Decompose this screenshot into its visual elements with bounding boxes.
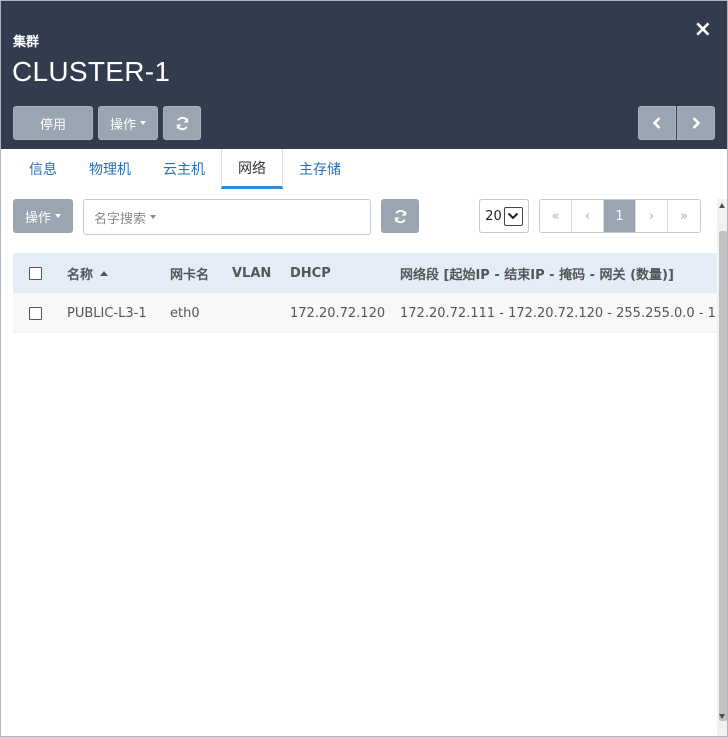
detail-header: 集群 CLUSTER-1 × 停用 操作 (1, 1, 727, 149)
network-actions-label: 操作 (24, 210, 51, 226)
detail-tabs: 信息 物理机 云主机 网络 主存储 (13, 149, 357, 189)
tab-info[interactable]: 信息 (13, 149, 73, 189)
scrollbar-thumb[interactable] (719, 231, 727, 721)
search-placeholder: 名字搜索 (94, 211, 147, 227)
resource-type-label: 集群 (13, 35, 40, 50)
previous-page-button[interactable]: ‹ (572, 200, 604, 232)
column-header-dhcp: DHCP (290, 265, 331, 281)
row-checkbox[interactable] (29, 306, 42, 320)
tab-vm-instances[interactable]: 云主机 (147, 149, 221, 189)
search-input[interactable]: 名字搜索 (83, 199, 371, 235)
column-header-nic: 网卡名 (170, 267, 210, 283)
first-page-button[interactable]: « (540, 200, 572, 232)
network-refresh-button[interactable] (381, 199, 419, 233)
scroll-down-arrow-icon[interactable] (719, 714, 725, 719)
column-name-label: 名称 (67, 267, 94, 283)
table-header: 名称 网卡名 VLAN DHCP 网络段 [起始IP - 结束IP - 掩码 -… (13, 253, 718, 293)
select-chevron-down-icon (503, 206, 523, 226)
network-name-link[interactable]: PUBLIC-L3-1 (67, 293, 147, 333)
close-icon[interactable]: × (694, 19, 712, 41)
current-page-button[interactable]: 1 (604, 200, 636, 232)
cluster-detail-panel: 集群 CLUSTER-1 × 停用 操作 信息 物理机 云主机 网络 主存储 操… (0, 0, 728, 737)
chevron-right-icon (692, 117, 701, 129)
column-header-vlan: VLAN (232, 265, 272, 281)
select-all-cell (29, 253, 42, 293)
ip-range-cell: 172.20.72.111 - 172.20.72.120 - 255.255.… (400, 305, 727, 321)
caret-down-icon (140, 121, 146, 125)
refresh-icon (394, 209, 406, 223)
previous-item-button[interactable] (638, 106, 676, 140)
refresh-button[interactable] (163, 106, 201, 140)
select-all-checkbox[interactable] (29, 266, 42, 280)
sort-asc-icon (100, 270, 109, 276)
next-page-button[interactable]: › (636, 200, 668, 232)
actions-dropdown-button[interactable]: 操作 (98, 106, 158, 140)
vertical-scrollbar[interactable] (717, 199, 727, 736)
tab-network[interactable]: 网络 (221, 149, 283, 189)
page-size-value: 20 (485, 208, 502, 224)
scroll-up-arrow-icon[interactable] (719, 203, 725, 208)
page-size-select[interactable]: 20 (479, 199, 529, 233)
nic-cell: eth0 (170, 305, 200, 321)
refresh-icon (176, 116, 188, 130)
table-row[interactable]: PUBLIC-L3-1 eth0 172.20.72.120 172.20.72… (13, 293, 727, 333)
network-actions-dropdown-button[interactable]: 操作 (13, 199, 73, 233)
disable-button[interactable]: 停用 (13, 106, 93, 140)
next-item-button[interactable] (677, 106, 715, 140)
pagination: « ‹ 1 › » (539, 199, 701, 233)
row-select-cell (29, 293, 42, 333)
caret-down-icon (55, 214, 61, 218)
tab-primary-storage[interactable]: 主存储 (283, 149, 357, 189)
chevron-left-icon (652, 117, 661, 129)
column-header-name[interactable]: 名称 (67, 253, 109, 293)
dhcp-cell: 172.20.72.120 (290, 305, 386, 321)
last-page-button[interactable]: » (668, 200, 700, 232)
page-title: CLUSTER-1 (12, 56, 171, 87)
search-field-caret-icon[interactable] (150, 215, 157, 219)
actions-label: 操作 (109, 117, 136, 133)
tab-hosts[interactable]: 物理机 (73, 149, 147, 189)
column-header-ip-range: 网络段 [起始IP - 结束IP - 掩码 - 网关 (数量)] (400, 267, 674, 283)
